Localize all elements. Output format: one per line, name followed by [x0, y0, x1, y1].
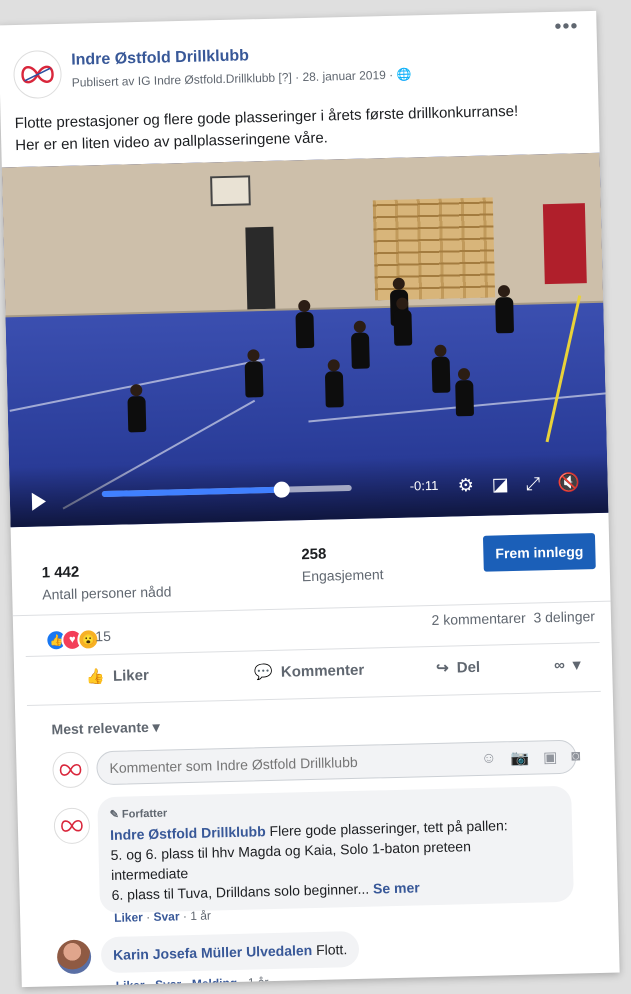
- share-button[interactable]: ↪ Del: [436, 658, 480, 677]
- play-icon[interactable]: [31, 492, 47, 511]
- share-count[interactable]: 3 delinger: [533, 608, 595, 625]
- dancer: [127, 384, 147, 433]
- share-arrow-icon: ↪: [435, 659, 449, 677]
- comment-avatar[interactable]: [53, 807, 91, 845]
- dancer: [455, 368, 475, 417]
- audience-selector[interactable]: ∞ ▾: [554, 655, 581, 674]
- post-insights: 1 442 Antall personer nådd 258 Engasjeme…: [10, 512, 611, 617]
- reach-value: 1 442: [41, 563, 80, 582]
- comment-text: Flott.: [315, 941, 348, 958]
- dancer: [495, 285, 515, 334]
- comment-reply-link[interactable]: Svar: [155, 977, 181, 987]
- dark-door: [245, 226, 276, 310]
- share-label: Del: [456, 658, 481, 676]
- fullscreen-icon[interactable]: ⤢: [525, 473, 540, 494]
- reaction-count[interactable]: 15: [95, 628, 111, 644]
- comment-bubble: ✎ Forfatter Indre Østfold Drillklubb Fle…: [97, 785, 574, 914]
- post-meta: Publisert av IG Indre Østfold.Drillklubb…: [71, 67, 412, 90]
- dancer: [393, 297, 413, 346]
- engagement-label: Engasjement: [301, 566, 384, 585]
- comment-actions: Liker · Svar · 1 år: [114, 908, 212, 925]
- comment-actions: Liker · Svar · Melding · 1 år: [116, 975, 269, 987]
- progress-bar[interactable]: [101, 481, 352, 498]
- red-door: [542, 203, 587, 285]
- thumbs-up-icon: 👍: [86, 668, 106, 686]
- emoji-icon[interactable]: ☺: [481, 750, 497, 768]
- page-avatar-mini-icon: ∞: [553, 656, 566, 674]
- sticker-icon[interactable]: ◙: [571, 747, 580, 765]
- gym-wall: [1, 152, 604, 318]
- comment-item: ✎ Forfatter Indre Østfold Drillklubb Fle…: [53, 781, 618, 935]
- more-options-icon[interactable]: •••: [554, 15, 579, 39]
- comment-like-link[interactable]: Liker: [114, 910, 143, 925]
- pencil-icon: ✎: [109, 808, 120, 821]
- dancer: [295, 299, 315, 349]
- comment-time[interactable]: 1 år: [248, 975, 269, 987]
- infinity-logo-icon: [61, 819, 83, 832]
- reach-label: Antall personer nådd: [42, 583, 172, 603]
- composer-avatar: [52, 751, 89, 789]
- camera-icon[interactable]: 📷: [510, 749, 529, 767]
- speech-bubble-icon: 💬: [254, 663, 274, 682]
- composer-icons: ☺ 📷 ▣ ◙: [481, 747, 581, 767]
- comment-author[interactable]: Indre Østfold Drillklubb: [110, 823, 266, 843]
- comment-text: 6. plass til Tuva, Drilldans solo beginn…: [111, 880, 370, 903]
- comment-message-link[interactable]: Melding: [192, 976, 238, 987]
- comment-reply-link[interactable]: Svar: [153, 909, 179, 924]
- dancer: [244, 349, 264, 398]
- mute-icon[interactable]: 🔇: [557, 472, 580, 494]
- pip-icon[interactable]: ◪: [491, 474, 509, 495]
- settings-gear-icon[interactable]: ⚙: [457, 475, 474, 496]
- chevron-down-icon: ▾: [572, 656, 581, 674]
- meta-tag: [?]: [278, 70, 292, 85]
- like-button[interactable]: 👍 Liker: [86, 666, 150, 686]
- comment-bubble: Karin Josefa Müller Ulvedalen Flott.: [100, 930, 360, 974]
- video-player[interactable]: -0:11 ⚙ ◪ ⤢ 🔇: [1, 152, 609, 528]
- globe-icon: 🌐: [396, 67, 412, 82]
- infinity-logo-icon: [21, 65, 54, 84]
- see-more-link[interactable]: Se mer: [373, 879, 420, 896]
- progress-fill: [101, 486, 282, 498]
- time-remaining: -0:11: [409, 477, 439, 494]
- comment-button[interactable]: 💬 Kommenter: [254, 661, 365, 682]
- basketball-hoop: [210, 175, 251, 207]
- promote-post-button[interactable]: Frem innlegg: [482, 533, 596, 572]
- post-header: ••• Indre Østfold Drillklubb Publisert a…: [0, 11, 598, 106]
- author-badge-label: Forfatter: [121, 807, 168, 821]
- post-card: ••• Indre Østfold Drillklubb Publisert a…: [0, 10, 620, 988]
- comment-like-link[interactable]: Liker: [116, 978, 145, 987]
- comment-text: Flere gode plasseringer, tett på pallen:: [269, 817, 508, 840]
- comment-time[interactable]: 1 år: [190, 909, 211, 924]
- dancer: [324, 359, 344, 408]
- page-name-link[interactable]: Indre Østfold Drillklubb: [71, 47, 249, 69]
- comments-shares: 2 kommentarer 3 delinger: [431, 608, 595, 628]
- avatar[interactable]: [56, 939, 92, 975]
- dancer: [431, 344, 451, 393]
- infinity-logo-icon: [59, 763, 82, 776]
- comment-label: Kommenter: [280, 661, 365, 681]
- gif-icon[interactable]: ▣: [543, 748, 558, 766]
- dancer: [350, 320, 370, 369]
- comment-count[interactable]: 2 kommentarer: [431, 610, 526, 628]
- page-logo[interactable]: [12, 49, 63, 100]
- engagement-value: 258: [301, 545, 327, 564]
- progress-knob[interactable]: [273, 481, 290, 498]
- published-by[interactable]: Publisert av IG Indre Østfold.Drillklubb: [72, 71, 276, 90]
- like-label: Liker: [112, 666, 150, 685]
- comment-author[interactable]: Karin Josefa Müller Ulvedalen: [113, 942, 313, 963]
- post-date[interactable]: 28. januar 2019: [302, 68, 386, 84]
